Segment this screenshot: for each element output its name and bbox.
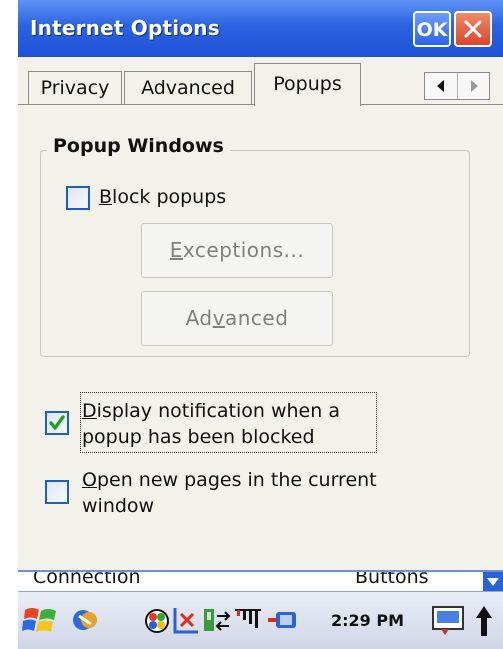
clock[interactable]: 2:29 PM [331,611,404,630]
tab-privacy[interactable]: Privacy [28,71,122,104]
tab-scroll-right-button[interactable] [458,73,490,99]
battery-icon[interactable] [266,607,300,633]
arrow-down-icon [487,578,499,586]
keyboard-icon[interactable] [431,604,465,636]
sync-icon[interactable] [71,606,101,634]
ok-button[interactable]: OK [413,11,451,47]
block-popups-label: Block popups [99,186,227,208]
window-title: Internet Options [30,16,220,40]
close-icon [464,20,482,38]
group-title: Popup Windows [47,135,230,157]
open-new-pages-checkbox[interactable] [45,480,69,504]
menu-bar: Connection Buttons [18,570,503,592]
advanced-button[interactable]: Advanced [141,291,333,346]
display-notification-label: Display notification when a popup has be… [82,400,340,448]
signal-icon[interactable] [233,604,263,634]
network-icon[interactable] [144,608,170,634]
title-bar: Internet Options OK [18,0,503,57]
block-popups-checkbox[interactable] [66,186,90,210]
arrow-left-icon [437,80,444,92]
menu-connection[interactable]: Connection [33,572,141,588]
menu-buttons[interactable]: Buttons [355,572,429,588]
display-notification-checkbox[interactable] [45,411,69,435]
taskbar: 2:29 PM [18,591,503,649]
arrow-right-icon [471,80,478,92]
open-new-pages-label: Open new pages in the current window [82,469,377,517]
menu-scroll-button[interactable] [483,572,503,592]
exceptions-button[interactable]: Exceptions... [141,223,333,278]
checkmark-icon [49,415,65,430]
activesync-icon[interactable] [202,606,232,636]
tab-advanced[interactable]: Advanced [124,71,252,104]
tab-scroll-left-button[interactable] [425,73,458,99]
tab-popups[interactable]: Popups [254,63,361,106]
no-connection-icon[interactable] [172,606,200,636]
close-button[interactable] [454,11,492,47]
start-icon[interactable] [22,602,60,638]
input-arrow-icon[interactable] [474,604,494,638]
tab-scroll-buttons [424,72,490,100]
